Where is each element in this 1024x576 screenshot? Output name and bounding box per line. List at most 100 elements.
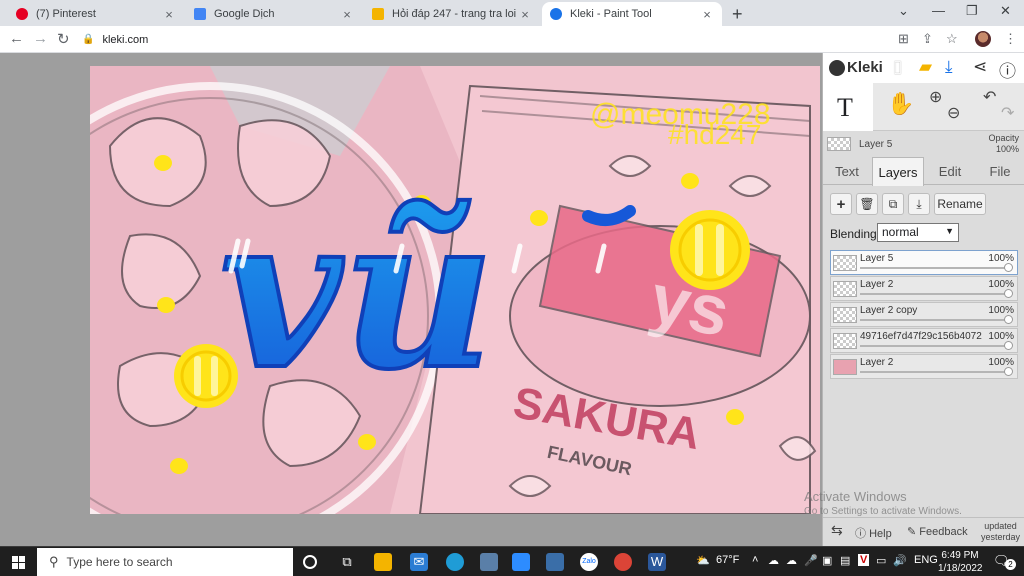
undo-icon[interactable]: ↶ [983,87,996,107]
delete-layer-icon[interactable]: 🗑 [856,193,878,215]
redo-icon[interactable]: ↷ [1001,103,1014,123]
network-icon[interactable]: ▭ [876,554,886,567]
activate-subtitle: Go to Settings to activate Windows. [804,506,962,517]
tab-edit[interactable]: Edit [926,157,974,185]
antivirus-icon[interactable]: ▤ [840,554,850,567]
layer-opacity-handle[interactable] [1004,263,1013,272]
forward-button[interactable]: → [33,30,48,47]
taskbar-search-box[interactable]: ⚲ Type here to search [37,548,293,576]
help-icon: ⓘ [855,528,870,540]
blending-select[interactable]: normal ▼ [877,223,959,242]
layer-opacity-handle[interactable] [1004,367,1013,376]
camera-icon[interactable]: ▣ [822,554,832,567]
onedrive-icon[interactable]: ☁ [768,554,779,567]
layer-item[interactable]: Layer 2 100% [830,276,1018,301]
hand-tool-icon[interactable]: ✋ [887,91,914,117]
layer-opacity-handle[interactable] [1004,315,1013,324]
layer-opacity-slider[interactable] [860,371,1010,373]
translate-icon[interactable]: ⊞ [898,31,909,47]
system-clock[interactable]: 6:49 PM 1/18/2022 [938,549,983,575]
zoom-out-icon[interactable]: ⊖ [947,103,960,123]
close-icon[interactable]: × [340,7,354,22]
layer-opacity-handle[interactable] [1004,289,1013,298]
drawing-canvas[interactable]: ys SAKURA FLAVOUR @meomu228 #hd247 vũ [90,66,820,514]
mail-icon[interactable]: ✉ [410,553,428,571]
notification-count: 2 [1005,559,1016,570]
cloud-icon[interactable]: ☁ [786,554,797,567]
duplicate-layer-icon[interactable]: ⧉ [882,193,904,215]
help-link[interactable]: ⓘ Help [855,525,892,541]
edge-icon[interactable] [446,553,464,571]
layer-opacity-handle[interactable] [1004,341,1013,350]
network-app-icon[interactable] [480,553,498,571]
save-download-icon[interactable]: ⤓ [945,57,953,77]
main-lettering-text: vũ [220,169,495,416]
help-circle-icon[interactable]: ⓘ [999,57,1016,82]
tab-google-translate[interactable]: Google Dịch × [186,2,362,26]
tab-search-button[interactable]: ⌄ [898,3,909,19]
microphone-icon[interactable]: 🎤 [804,554,818,567]
file-explorer-icon[interactable] [374,553,392,571]
kleki-header: Kleki ▯ ▰ ⤓ ⋖ ⓘ [823,53,1024,83]
tab-layers[interactable]: Layers [872,157,924,186]
tray-chevron-up-icon[interactable]: ˄ [752,554,758,566]
task-view-icon[interactable]: ⧉ [338,553,356,571]
close-icon[interactable]: × [518,7,532,22]
weather-temp[interactable]: 67°F [716,554,739,566]
reload-button[interactable]: ↻ [57,30,70,48]
merge-down-icon[interactable]: ⤓ [908,193,930,215]
volume-icon[interactable]: 🔊 [893,554,907,567]
zalo-icon[interactable]: Zalo [580,553,598,571]
back-button[interactable]: ← [9,30,24,47]
layer-item[interactable]: Layer 2 100% [830,354,1018,379]
address-bar[interactable]: 🔒 kleki.com [82,30,148,49]
profile-avatar[interactable] [975,31,991,47]
word-icon[interactable]: W [648,553,666,571]
layer-name: 49716ef7d47f29c156b40723c [860,331,982,342]
text-tool[interactable]: T [823,83,873,131]
layer-item[interactable]: 49716ef7d47f29c156b40723c 100% [830,328,1018,353]
open-folder-icon[interactable]: ▰ [919,57,932,77]
tab-file[interactable]: File [976,157,1024,185]
swap-sides-icon[interactable]: ⇆ [831,522,843,539]
kleki-panel: Kleki ▯ ▰ ⤓ ⋖ ⓘ T ✋ ⊕ ⊖ ↶ ↷ Layer 5 Opac… [822,53,1024,546]
tab-hoidap[interactable]: Hỏi đáp 247 - trang tra loi × [364,2,540,26]
tab-text[interactable]: Text [823,157,871,185]
cortana-icon[interactable] [303,555,317,569]
store-icon[interactable] [546,553,564,571]
unikey-icon[interactable]: V [858,554,870,566]
tab-kleki[interactable]: Kleki - Paint Tool × [542,2,722,26]
new-image-icon[interactable]: ▯ [893,57,902,77]
layer-thumbnail [833,281,857,297]
bookmark-star-icon[interactable]: ☆ [946,31,958,47]
rename-button[interactable]: Rename [934,193,986,215]
feedback-link[interactable]: ✎ Feedback [907,525,968,538]
zoom-in-icon[interactable]: ⊕ [929,87,942,107]
new-tab-button[interactable]: + [732,4,743,25]
windows-start-icon[interactable] [12,556,25,569]
layer-item[interactable]: Layer 2 copy 100% [830,302,1018,327]
tab-pinterest[interactable]: (7) Pinterest × [8,2,184,26]
layer-opacity-slider[interactable] [860,345,1010,347]
layer-opacity-slider[interactable] [860,267,1010,269]
updated-note[interactable]: updated yesterday [981,521,1020,543]
layer-item[interactable]: Layer 5 100% [830,250,1018,275]
minimize-button[interactable]: — [932,3,945,18]
share-icon[interactable]: ⇪ [922,31,933,47]
chrome-icon[interactable] [614,553,632,571]
layer-name: Layer 2 copy [860,305,918,316]
close-icon[interactable]: × [162,7,176,22]
weather-icon[interactable]: ⛅ [696,554,710,567]
restore-button[interactable]: ❐ [966,3,978,19]
share-icon[interactable]: ⋖ [973,57,987,77]
more-menu-icon[interactable]: ⋮ [1004,31,1017,47]
search-icon: ⚲ [49,554,59,569]
close-window-button[interactable]: ✕ [1000,3,1011,19]
language-indicator[interactable]: ENG [914,554,938,566]
layer-opacity-slider[interactable] [860,293,1010,295]
layer-name: Layer 5 [860,253,894,264]
add-layer-button[interactable]: + [830,193,852,215]
close-icon[interactable]: × [700,7,714,22]
layer-opacity-slider[interactable] [860,319,1010,321]
zoom-icon[interactable] [512,553,530,571]
